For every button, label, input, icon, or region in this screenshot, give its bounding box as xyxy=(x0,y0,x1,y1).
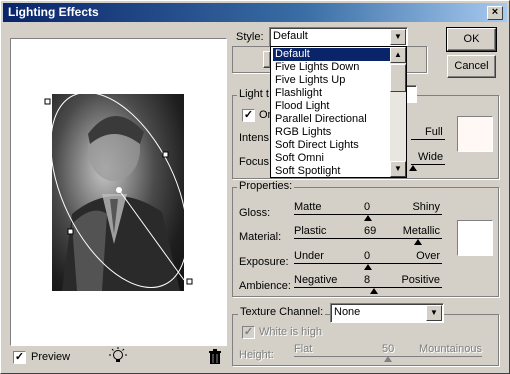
property-left-label: Plastic xyxy=(294,225,327,237)
property-left-label: Under xyxy=(294,250,324,262)
style-dropdown-list[interactable]: Default Five Lights Down Five Lights Up Fla… xyxy=(270,46,407,178)
style-option[interactable]: Default xyxy=(273,48,391,61)
focus-right-label: Wide xyxy=(418,151,444,163)
light-color-swatch[interactable] xyxy=(457,116,493,152)
focus-label: Focus xyxy=(239,156,269,168)
property-slider-thumb[interactable] xyxy=(364,215,372,221)
ellipse-handle-right[interactable] xyxy=(162,151,169,158)
style-option[interactable]: Five Lights Up xyxy=(273,74,391,87)
ok-button[interactable]: OK xyxy=(446,27,497,52)
property-value: 0 xyxy=(364,201,371,213)
style-option[interactable]: Soft Direct Lights xyxy=(273,139,391,152)
white-is-high-label: White is high xyxy=(259,326,322,338)
property-value: 0 xyxy=(364,250,371,262)
lighting-effects-dialog: Lighting Effects × ✓ Preview Style: Defa… xyxy=(0,0,510,374)
height-label: Height: xyxy=(239,349,274,361)
style-option[interactable]: RGB Lights xyxy=(273,126,391,139)
property-slider-track[interactable] xyxy=(294,287,442,288)
light-bulb-icon[interactable] xyxy=(109,347,127,368)
style-option[interactable]: Flood Light xyxy=(273,100,391,113)
light-ellipse-overlay[interactable] xyxy=(11,39,228,347)
scroll-thumb[interactable] xyxy=(390,64,406,92)
preview-label: Preview xyxy=(31,351,71,363)
light-center-handle[interactable] xyxy=(116,187,122,193)
ambient-color-swatch[interactable] xyxy=(457,220,493,256)
cancel-button[interactable]: Cancel xyxy=(447,55,496,78)
properties-group-label: Properties: xyxy=(237,180,295,192)
scroll-up-icon[interactable]: ▲ xyxy=(390,47,406,63)
ellipse-handle-top[interactable] xyxy=(44,98,51,105)
style-option[interactable]: Five Lights Down xyxy=(273,61,391,74)
light-on-checkbox[interactable]: ✓ xyxy=(242,109,255,122)
property-right-label: Shiny xyxy=(412,201,440,213)
intensity-slider-track[interactable] xyxy=(411,139,445,140)
height-slider-thumb[interactable] xyxy=(384,356,392,362)
ellipse-handle-left[interactable] xyxy=(67,228,74,235)
property-left-label: Matte xyxy=(294,201,322,213)
property-value: 69 xyxy=(364,225,377,237)
property-right-label: Positive xyxy=(401,274,440,286)
preview-canvas[interactable] xyxy=(10,38,227,346)
texture-selected-value: None xyxy=(334,306,361,318)
style-option[interactable]: Flashlight xyxy=(273,87,391,100)
style-option[interactable]: Soft Omni xyxy=(273,152,391,165)
property-label: Gloss: xyxy=(239,207,271,219)
chevron-down-icon[interactable]: ▼ xyxy=(390,29,406,45)
property-slider-thumb[interactable] xyxy=(414,239,423,245)
height-right-label: Mountainous xyxy=(419,343,482,355)
property-label: Exposure: xyxy=(239,256,289,268)
property-label: Ambience: xyxy=(239,280,291,292)
property-slider-thumb[interactable] xyxy=(369,288,378,294)
property-slider-thumb[interactable] xyxy=(364,264,372,270)
property-right-label: Over xyxy=(416,250,440,262)
title-bar[interactable]: Lighting Effects × xyxy=(3,3,507,22)
trash-icon[interactable] xyxy=(208,349,222,368)
intensity-right-label: Full xyxy=(425,126,443,138)
ellipse-handle-bottom[interactable] xyxy=(186,278,193,285)
texture-channel-select[interactable]: None ▼ xyxy=(330,303,444,323)
style-option[interactable]: Parallel Directional xyxy=(273,113,391,126)
height-left-label: Flat xyxy=(294,343,313,355)
close-button[interactable]: × xyxy=(487,6,503,20)
texture-channel-label: Texture Channel: xyxy=(238,306,326,318)
property-right-label: Metallic xyxy=(402,225,440,237)
focus-slider-thumb[interactable] xyxy=(409,165,417,171)
light-type-group-label: Light t xyxy=(237,88,271,100)
preview-checkbox[interactable]: ✓ xyxy=(13,351,26,364)
property-label: Material: xyxy=(239,231,282,243)
height-value: 50 xyxy=(382,343,395,355)
property-left-label: Negative xyxy=(294,274,338,286)
style-dropdown-scrollbar[interactable]: ▲ ▼ xyxy=(390,47,406,177)
chevron-down-icon[interactable]: ▼ xyxy=(426,305,442,321)
white-is-high-checkbox[interactable]: ✓ xyxy=(242,326,255,339)
style-select[interactable]: Default ▼ xyxy=(269,27,408,47)
style-selected-value: Default xyxy=(273,30,308,42)
scroll-down-icon[interactable]: ▼ xyxy=(390,161,406,177)
window-title: Lighting Effects xyxy=(8,5,99,19)
property-value: 8 xyxy=(364,274,371,286)
intensity-label: Intens xyxy=(239,132,269,144)
style-option[interactable]: Soft Spotlight xyxy=(273,165,391,178)
style-label: Style: xyxy=(236,31,264,43)
